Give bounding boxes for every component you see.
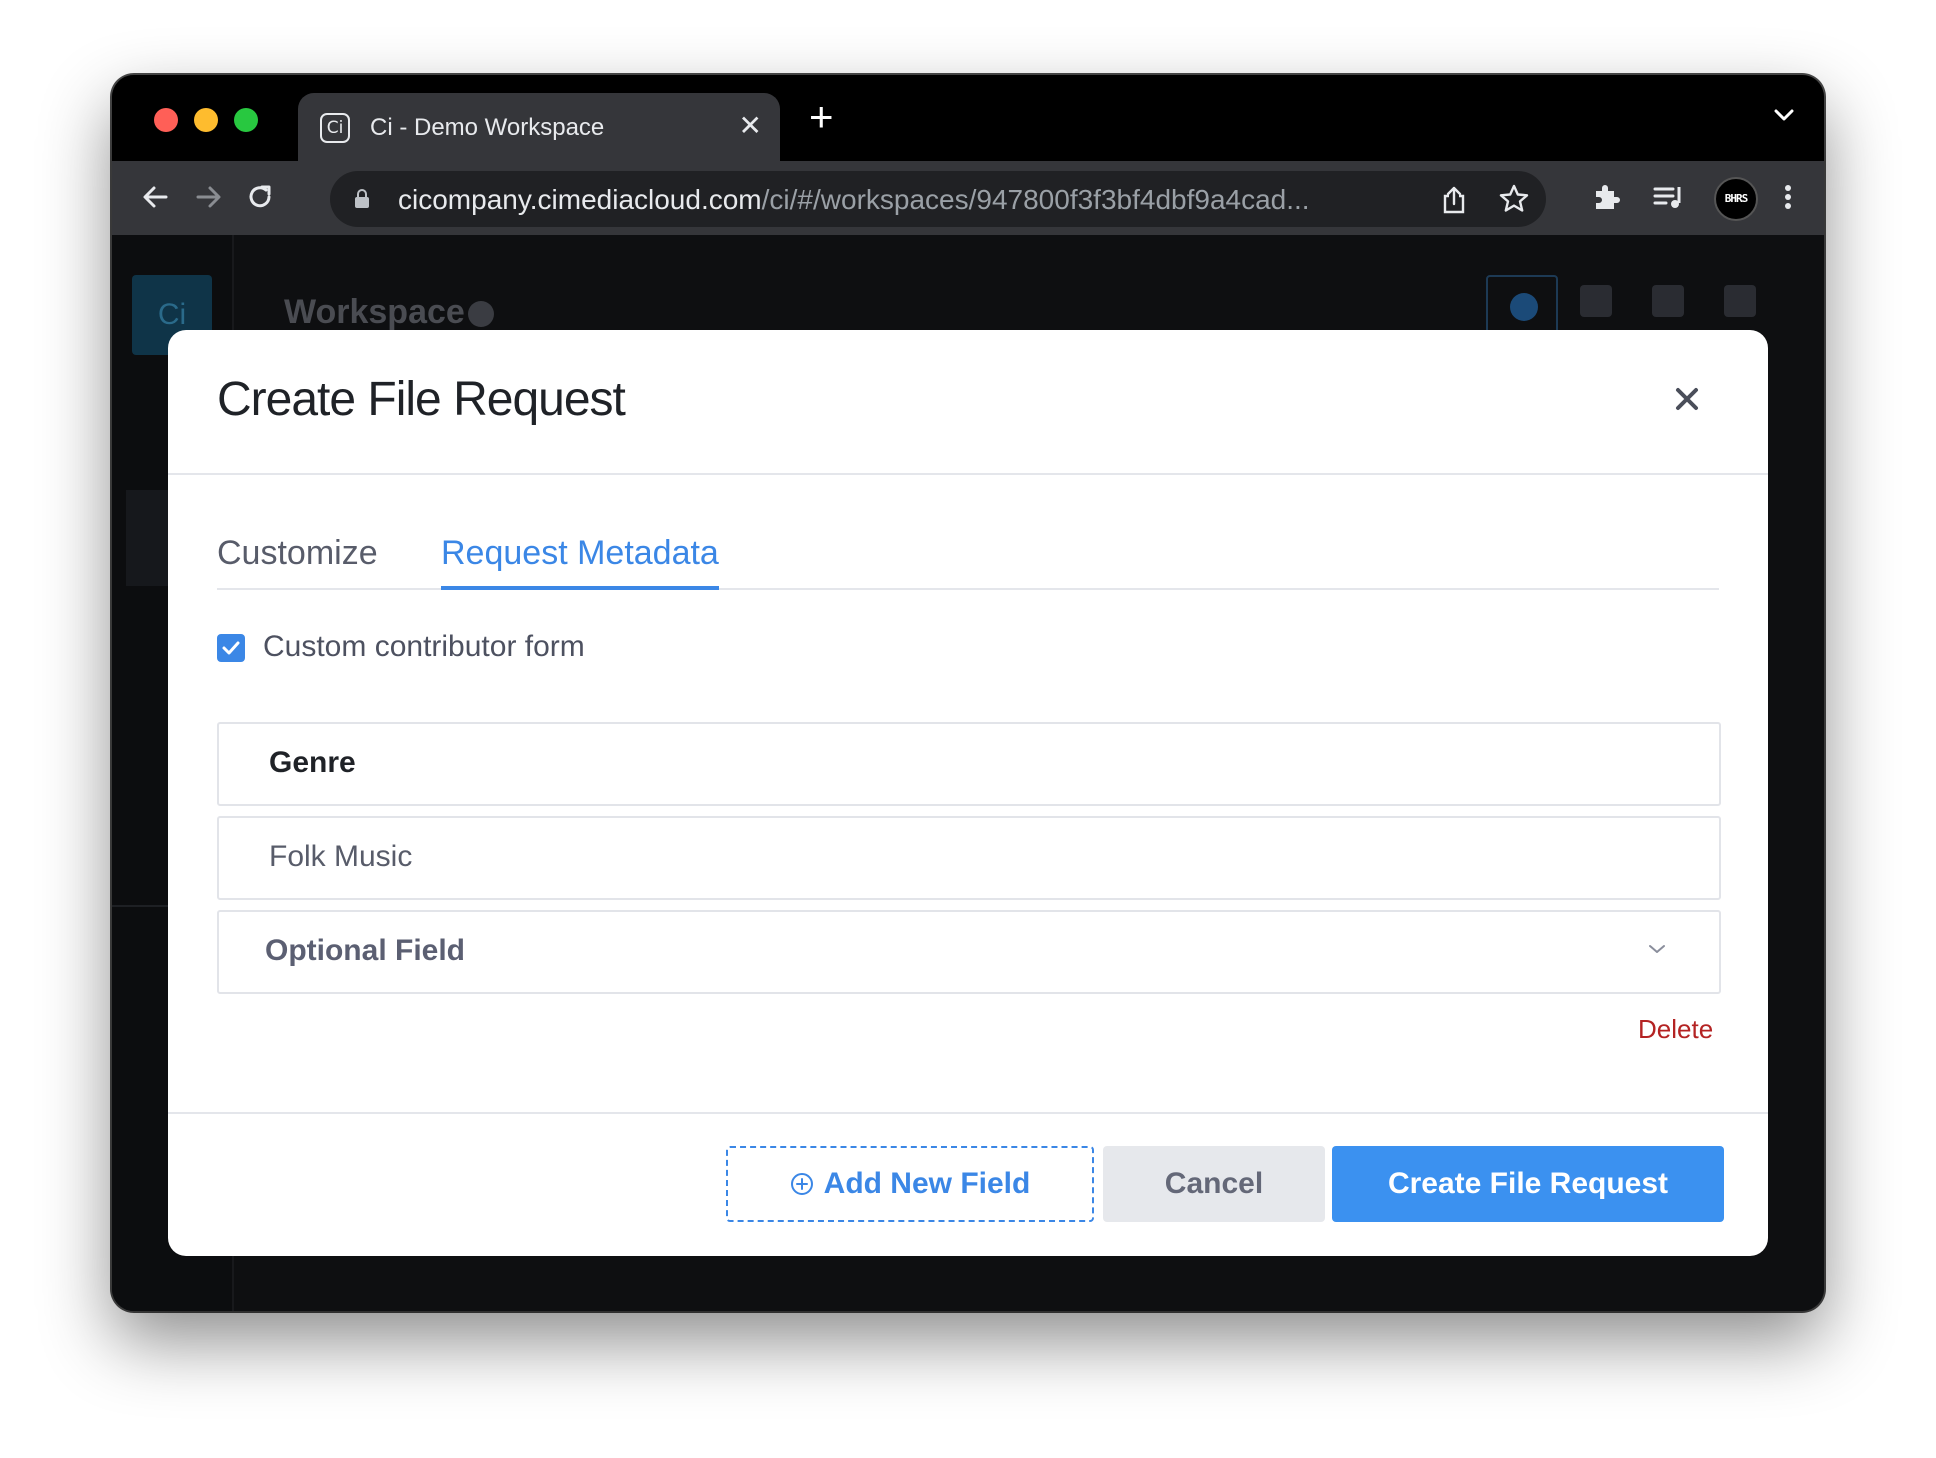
create-file-request-button[interactable]: Create File Request xyxy=(1332,1146,1724,1222)
modal-title: Create File Request xyxy=(217,373,626,426)
add-new-field-label: Add New Field xyxy=(823,1167,1031,1200)
field-value-text: Folk Music xyxy=(269,840,413,873)
create-file-request-modal: Create File Request Customize Request Me… xyxy=(168,330,1768,1256)
extensions-puzzle-icon[interactable] xyxy=(1588,179,1624,215)
kebab-menu-icon[interactable] xyxy=(1770,179,1806,215)
custom-contributor-form-label: Custom contributor form xyxy=(263,630,585,663)
grid-view-icon xyxy=(1652,285,1684,317)
tab-customize[interactable]: Customize xyxy=(217,530,378,590)
workspace-dropdown-icon xyxy=(468,301,494,327)
field-type-selected: Optional Field xyxy=(265,934,465,967)
chevron-down-icon xyxy=(1649,945,1665,953)
delete-field-link[interactable]: Delete xyxy=(1638,1014,1713,1045)
url-text: cicompany.cimediacloud.com/ci/#/workspac… xyxy=(398,184,1310,215)
sort-icon xyxy=(1580,285,1612,317)
collapse-panel-icon xyxy=(1724,285,1756,317)
window-close-button[interactable] xyxy=(154,108,178,132)
lock-icon xyxy=(355,189,369,208)
tab-request-metadata[interactable]: Request Metadata xyxy=(441,530,719,590)
reload-icon[interactable] xyxy=(242,179,278,215)
favicon-icon: Ci xyxy=(320,113,350,143)
new-tab-icon[interactable]: + xyxy=(809,95,834,139)
tab-search-chevron-icon[interactable] xyxy=(1772,103,1796,127)
cancel-button[interactable]: Cancel xyxy=(1103,1146,1325,1222)
custom-contributor-form-checkbox[interactable] xyxy=(217,634,245,662)
checkmark-icon xyxy=(222,641,240,655)
modal-header: Create File Request xyxy=(168,330,1768,475)
add-new-field-button[interactable]: Add New Field xyxy=(726,1146,1094,1222)
tab-title: Ci - Demo Workspace xyxy=(370,114,605,141)
back-arrow-icon[interactable] xyxy=(138,179,174,215)
share-icon[interactable] xyxy=(1440,185,1468,215)
workspace-title: Workspace xyxy=(284,293,465,331)
tab-close-icon[interactable]: ✕ xyxy=(739,109,762,143)
address-bar[interactable]: cicompany.cimediacloud.com/ci/#/workspac… xyxy=(330,171,1546,227)
field-name-input[interactable]: Genre xyxy=(217,722,1721,806)
browser-toolbar: cicompany.cimediacloud.com/ci/#/workspac… xyxy=(112,161,1824,235)
bookmark-star-icon[interactable] xyxy=(1498,183,1530,215)
window-zoom-button[interactable] xyxy=(234,108,258,132)
modal-footer-divider xyxy=(168,1112,1768,1114)
forward-arrow-icon[interactable] xyxy=(190,179,226,215)
field-type-select[interactable]: Optional Field xyxy=(217,910,1721,994)
window-minimize-button[interactable] xyxy=(194,108,218,132)
add-circle-icon xyxy=(790,1173,813,1195)
browser-tab-active[interactable]: Ci Ci - Demo Workspace ✕ xyxy=(298,93,780,161)
close-icon[interactable] xyxy=(1668,380,1706,418)
field-name-value: Genre xyxy=(269,746,356,779)
profile-avatar[interactable]: BHRS xyxy=(1714,177,1758,221)
app-add-button xyxy=(1486,275,1558,335)
modal-tabs: Customize Request Metadata xyxy=(217,530,1719,590)
tab-strip: Ci Ci - Demo Workspace ✕ + xyxy=(112,75,1824,161)
media-queue-icon[interactable] xyxy=(1650,179,1686,215)
field-value-input[interactable]: Folk Music xyxy=(217,816,1721,900)
